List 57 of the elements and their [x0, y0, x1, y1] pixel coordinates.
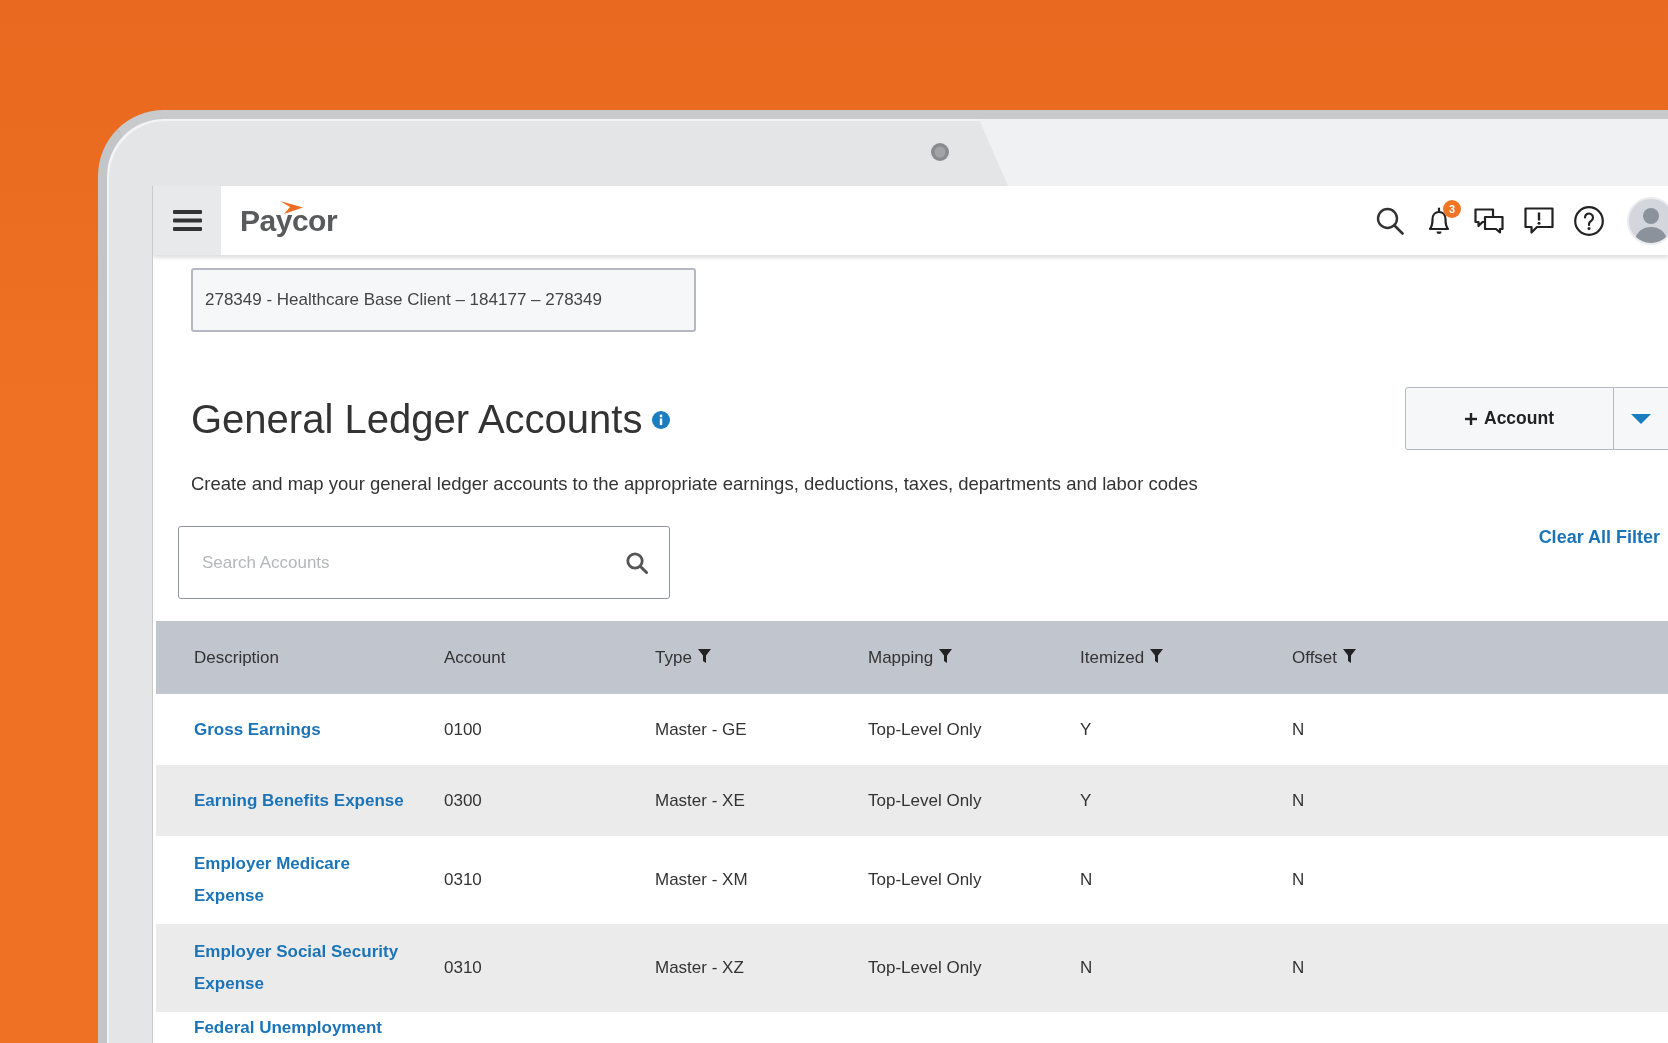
column-header[interactable]: Description [194, 647, 280, 668]
filter-icon[interactable] [1343, 649, 1357, 663]
filter-icon[interactable] [939, 649, 953, 663]
info-icon[interactable] [652, 410, 671, 429]
table-cell: 0300 [444, 790, 482, 810]
menu-icon [172, 210, 202, 231]
add-account-button[interactable]: Account [1405, 387, 1614, 450]
caret-down-icon [1630, 413, 1651, 424]
logo-text[interactable]: Paycor [240, 205, 338, 236]
search-icon[interactable] [1376, 206, 1404, 235]
chat-bubbles-icon[interactable] [1474, 207, 1504, 234]
table-cell: Top-Level Only [868, 870, 982, 889]
table-cell: 0100 [444, 719, 482, 739]
account-link[interactable]: Employer Social Security Expense [194, 936, 414, 1000]
table-cell: Master - XE [655, 790, 745, 810]
account-link[interactable]: Earning Benefits Expense [194, 784, 414, 817]
filter-icon[interactable] [1150, 649, 1164, 663]
table-cell: Top-Level Only [868, 790, 982, 810]
search-icon[interactable] [626, 552, 648, 574]
account-link[interactable]: Employer Medicare Expense [194, 848, 414, 912]
table-cell: N [1292, 870, 1305, 889]
avatar-icon[interactable] [1627, 196, 1668, 245]
column-header[interactable]: Offset [1292, 647, 1338, 668]
table-cell: Y [1080, 719, 1092, 739]
notification-badge: 3 [1443, 199, 1461, 218]
account-link[interactable]: Federal Unemployment [194, 1016, 414, 1040]
table-cell: N [1292, 719, 1305, 739]
feedback-icon[interactable] [1524, 206, 1554, 235]
column-header[interactable]: Mapping [868, 647, 934, 668]
table-cell: 0310 [444, 870, 482, 889]
dropdown-button[interactable] [1614, 387, 1668, 450]
filter-icon[interactable] [697, 649, 711, 663]
table-cell: Master - GE [655, 719, 747, 739]
table-cell: Y [1080, 790, 1092, 810]
column-header[interactable]: Type [655, 647, 692, 668]
page-title: General Ledger Accounts [191, 395, 643, 443]
table-cell: Top-Level Only [868, 719, 982, 739]
menu-button[interactable] [153, 186, 221, 255]
page-description: Create and map your general ledger accounts to the appropriate earnings, deductions, taxes, departments and labor codes [191, 472, 1199, 496]
table-cell: N [1080, 958, 1093, 977]
column-header[interactable]: Itemized [1080, 647, 1145, 668]
table-cell: Top-Level Only [868, 958, 982, 977]
search-field[interactable]: Search Accounts [178, 526, 670, 599]
camera-dot-icon [931, 143, 949, 161]
table-cell: 0310 [444, 958, 482, 977]
column-header[interactable]: Account [444, 647, 506, 668]
plus-icon [1465, 412, 1477, 425]
table-cell: Master - XZ [655, 958, 744, 977]
clear-filters-link[interactable]: Clear All Filter [1538, 526, 1668, 548]
table-cell: Master - XM [655, 870, 748, 889]
bell-icon[interactable] [1427, 206, 1451, 235]
help-icon[interactable] [1574, 205, 1604, 236]
table-cell: N [1292, 958, 1305, 977]
client-select-field[interactable]: 278349 - Healthcare Base Client – 184177 – 278349 [191, 268, 696, 332]
table-cell: N [1080, 870, 1093, 889]
account-link[interactable]: Gross Earnings [194, 713, 414, 746]
table-cell: N [1292, 790, 1305, 810]
